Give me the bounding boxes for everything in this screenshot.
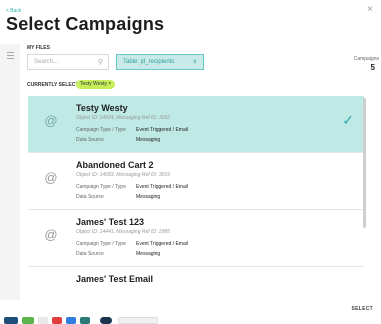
campaign-type-value: Event Triggered / Email [136, 184, 188, 190]
chevron-down-icon: ∨ [192, 59, 197, 65]
data-source-value: Messaging [136, 194, 161, 200]
campaign-object-id: Object ID: 14683, Messaging Ref ID: 3019 [76, 172, 170, 178]
taskbar-app-icon[interactable] [100, 317, 112, 324]
table-select-dropdown[interactable]: Table: jd_recipients ∨ [116, 54, 204, 70]
campaign-name: James' Test Email [76, 274, 154, 284]
campaign-type-label: Campaign Type / Type [76, 241, 126, 247]
campaign-card[interactable]: James' Test Email [28, 267, 364, 300]
campaign-type-value: Event Triggered / Email [136, 241, 188, 247]
search-placeholder: Search... [34, 59, 59, 65]
data-source-label: Data Source [76, 251, 104, 257]
campaign-object-id: Object ID: 14924, Messaging Ref ID: 3092 [76, 115, 170, 121]
selected-badge[interactable]: Testy Westy × [76, 80, 116, 89]
campaign-type-label: Campaign Type / Type [76, 127, 126, 133]
search-input[interactable]: Search... ⚲ [27, 54, 109, 70]
data-source-label: Data Source [76, 194, 104, 200]
at-icon: @ [44, 227, 58, 242]
taskbar-app-icon[interactable] [66, 317, 76, 324]
check-icon: ✓ [342, 112, 354, 128]
left-sidebar [0, 44, 20, 300]
campaign-list: @ Testy Westy Object ID: 14924, Messagin… [28, 96, 370, 300]
campaigns-label: Campaigns [353, 56, 379, 62]
select-button[interactable]: SELECT [351, 306, 373, 312]
campaign-name: Abandoned Cart 2 [76, 160, 154, 170]
campaign-name: James' Test 123 [76, 217, 145, 227]
campaign-type-label: Campaign Type / Type [76, 184, 126, 190]
data-source-value: Messaging [136, 251, 161, 257]
taskbar-app-icon[interactable] [52, 317, 62, 324]
taskbar-app-icon[interactable] [38, 317, 48, 324]
taskbar-app-icon[interactable] [22, 317, 34, 324]
scrollbar[interactable] [363, 98, 366, 228]
campaign-card[interactable]: @ James' Test 123 Object ID: 14441, Mess… [28, 210, 364, 267]
campaign-object-id: Object ID: 14441, Messaging Ref ID: 2985 [76, 229, 170, 235]
close-icon[interactable]: × [367, 4, 373, 15]
campaign-card[interactable]: @ Abandoned Cart 2 Object ID: 14683, Mes… [28, 153, 364, 210]
menu-icon[interactable] [7, 52, 14, 61]
taskbar-app-icon[interactable] [80, 317, 90, 324]
taskbar [0, 316, 190, 324]
at-icon: @ [44, 170, 58, 185]
taskbar-app-icon[interactable] [4, 317, 18, 324]
data-source-label: Data Source [76, 137, 104, 143]
campaign-card[interactable]: @ Testy Westy Object ID: 14924, Messagin… [28, 96, 364, 153]
table-select-value: Table: jd_recipients [123, 59, 175, 65]
campaigns-count: 5 [370, 63, 375, 72]
taskbar-app-icon[interactable] [118, 317, 158, 324]
at-icon: @ [44, 113, 58, 128]
search-icon: ⚲ [97, 59, 103, 66]
page-title: Select Campaigns [6, 14, 165, 34]
campaign-type-value: Event Triggered / Email [136, 127, 188, 133]
campaign-name: Testy Westy [76, 103, 128, 113]
my-files-label: MY FILES [27, 45, 50, 51]
data-source-value: Messaging [136, 137, 161, 143]
